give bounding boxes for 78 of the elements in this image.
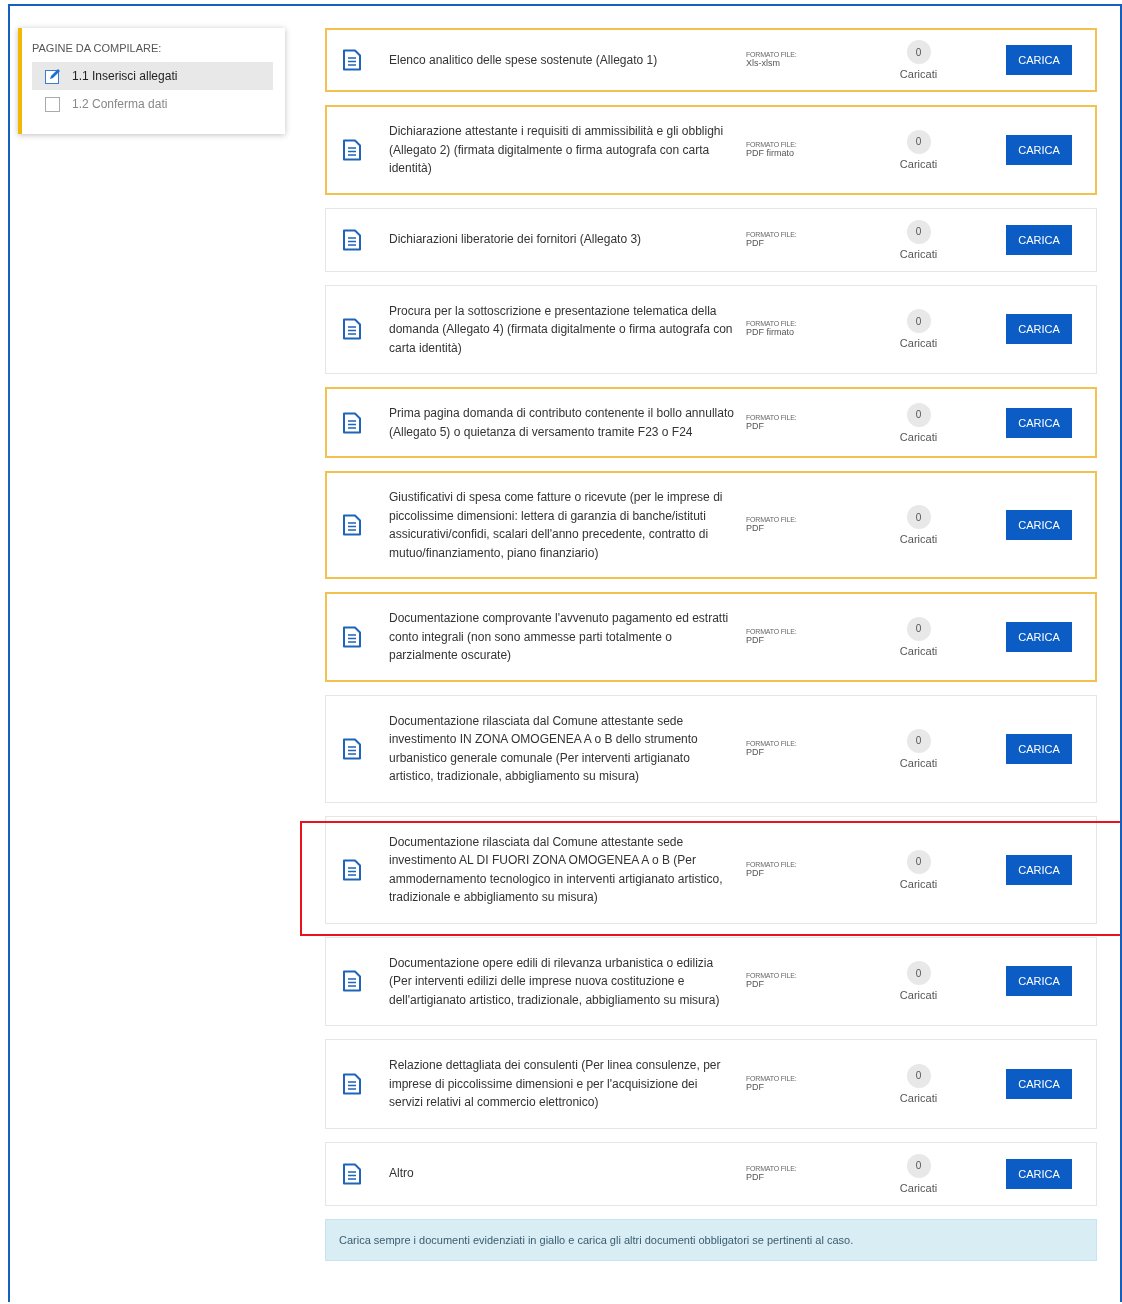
- document-icon: [342, 1072, 362, 1095]
- document-title: Giustificativi di spesa come fatture o ricevute (per le imprese di piccolissime dimensioni: lettera di garanzia di banche/istituti assicurativi/confidi, scalari dell'anno precedente, contratto di mutuo/finanziamento, piano finanziario): [389, 489, 724, 562]
- count-label: Caricati: [899, 644, 938, 657]
- document-icon: [342, 625, 362, 648]
- upload-count: 0: [906, 129, 931, 154]
- format-value: PDF: [746, 237, 765, 249]
- sidebar-item[interactable]: 1.2 Conferma dati: [32, 90, 273, 118]
- sidebar-title: PAGINE DA COMPILARE:: [32, 42, 163, 54]
- sidebar-item[interactable]: 1.1 Inserisci allegati: [32, 62, 273, 90]
- format-value: PDF: [746, 420, 765, 432]
- upload-button[interactable]: CARICA: [1006, 510, 1072, 540]
- document-title: Documentazione rilasciata dal Comune attestante sede investimento AL DI FUORI ZONA OMOGENEA A o B (Per ammodernamento tecnologico in interventi artigianato artistico, tradizionale e abbigliamento su misura): [389, 833, 724, 906]
- document-title: Relazione dettagliata dei consulenti (Per linea consulenze, per imprese di piccolissime dimensioni e per l'acquisizione dei servizi relativi al commercio elettronico): [389, 1057, 722, 1111]
- upload-count: 0: [906, 40, 931, 64]
- count-label: Caricati: [899, 68, 938, 80]
- document-icon: [342, 514, 362, 536]
- format-value: PDF firmato: [746, 147, 795, 159]
- count-label: Caricati: [899, 989, 938, 1002]
- document-icon: [342, 858, 362, 881]
- document-icon: [342, 49, 362, 71]
- count-label: Caricati: [899, 1181, 938, 1194]
- document-title: Elenco analitico delle spese sostenute (Allegato 1): [389, 51, 659, 69]
- format-value: PDF: [746, 1081, 765, 1093]
- document-title: Documentazione opere edili di rilevanza urbanistica o edilizia (Per interventi edilizi delle imprese nuova costituzione e dell'artigianato artistico, tradizionale, abbigliamento su misura): [389, 954, 721, 1009]
- document-icon: [342, 970, 362, 993]
- format-value: PDF firmato: [746, 327, 795, 339]
- upload-count: 0: [906, 961, 931, 986]
- count-label: Caricati: [899, 247, 938, 260]
- document-icon: [342, 138, 362, 161]
- count-label: Caricati: [899, 430, 938, 443]
- document-title: Procura per la sottoscrizione e presentazione telematica della domanda (Allegato 4) (firmata digitalmente o firma autografa con carta identità): [389, 302, 734, 357]
- format-value: PDF: [746, 1171, 765, 1183]
- document-title: Dichiarazione attestante i requisiti di ammissibilità e gli obblighi (Allegato 2) (firmata digitalmente o firma autografa con carta identità): [389, 123, 725, 177]
- upload-count: 0: [906, 616, 931, 641]
- checkbox-icon: [44, 95, 62, 113]
- count-label: Caricati: [899, 157, 938, 170]
- document-title: Prima pagina domanda di contributo contenente il bollo annullato (Allegato 5) o quietanza di versamento tramite F23 o F24: [389, 405, 734, 441]
- info-notice: Carica sempre i documenti evidenziati in giallo e carica gli altri documenti obbligatori se pertinenti al caso.: [325, 1218, 1097, 1261]
- upload-count: 0: [906, 1063, 931, 1088]
- count-label: Caricati: [899, 756, 938, 769]
- upload-button[interactable]: CARICA: [1006, 733, 1072, 764]
- upload-count: 0: [906, 849, 931, 874]
- upload-button[interactable]: CARICA: [1006, 854, 1072, 885]
- upload-count: 0: [906, 505, 931, 529]
- upload-count: 0: [906, 728, 931, 753]
- document-icon: [342, 228, 362, 251]
- upload-button[interactable]: CARICA: [1006, 134, 1072, 165]
- document-title: Documentazione rilasciata dal Comune attestante sede investimento IN ZONA OMOGENEA A o B dello strumento urbanistico generale comunale (Per interventi artigianato artistico, tradizionale, abbigliamento su misura): [389, 712, 699, 785]
- upload-count: 0: [906, 402, 931, 427]
- upload-button[interactable]: CARICA: [1006, 224, 1072, 255]
- document-icon: [342, 318, 362, 341]
- count-label: Caricati: [899, 877, 938, 890]
- format-value: PDF: [746, 867, 765, 879]
- format-value: PDF: [746, 523, 765, 534]
- upload-count: 0: [906, 219, 931, 244]
- upload-button[interactable]: CARICA: [1006, 621, 1072, 652]
- upload-button[interactable]: CARICA: [1006, 1068, 1072, 1099]
- document-title: Dichiarazioni liberatorie dei fornitori (Allegato 3): [389, 231, 643, 249]
- document-icon: [342, 737, 362, 760]
- document-icon: [342, 1162, 362, 1185]
- format-value: PDF: [746, 979, 765, 991]
- document-title: Altro: [389, 1165, 415, 1183]
- upload-button[interactable]: CARICA: [1006, 407, 1072, 438]
- format-value: PDF: [746, 634, 765, 646]
- upload-button[interactable]: CARICA: [1006, 314, 1072, 345]
- upload-button[interactable]: CARICA: [1006, 45, 1072, 75]
- format-value: Xls-xlsm: [746, 58, 781, 69]
- pencil-icon: [44, 67, 62, 85]
- format-value: PDF: [746, 746, 765, 758]
- count-label: Caricati: [899, 533, 938, 545]
- count-label: Caricati: [899, 337, 938, 350]
- upload-count: 0: [906, 309, 931, 334]
- count-label: Caricati: [899, 1091, 938, 1104]
- upload-button[interactable]: CARICA: [1006, 1158, 1072, 1189]
- upload-count: 0: [906, 1153, 931, 1178]
- upload-button[interactable]: CARICA: [1006, 966, 1072, 997]
- document-icon: [342, 411, 362, 434]
- document-title: Documentazione comprovante l'avvenuto pagamento ed estratti conto integrali (non sono ammesse parti totalmente o parzialmente oscurate): [389, 610, 730, 664]
